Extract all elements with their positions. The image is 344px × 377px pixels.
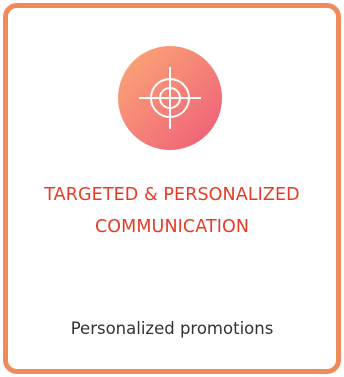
crosshair-target-icon xyxy=(139,67,201,129)
feature-card: TARGETED & PERSONALIZED COMMUNICATION Pe… xyxy=(3,3,341,374)
card-title: TARGETED & PERSONALIZED COMMUNICATION xyxy=(8,179,336,243)
icon-badge xyxy=(118,46,222,150)
card-subtitle: Personalized promotions xyxy=(70,319,274,338)
card-title-line-1: TARGETED & PERSONALIZED xyxy=(44,185,300,205)
card-title-line-2: COMMUNICATION xyxy=(94,217,250,237)
